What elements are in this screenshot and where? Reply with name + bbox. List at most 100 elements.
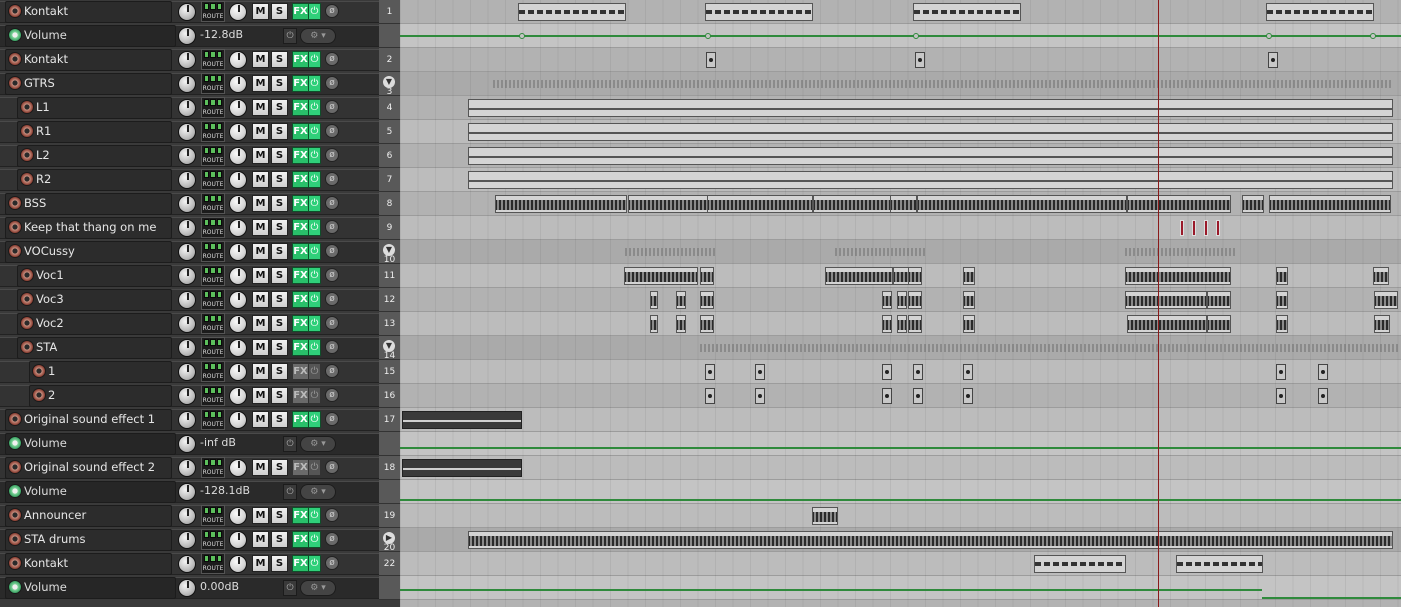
media-item[interactable] <box>468 123 1393 141</box>
volume-knob[interactable] <box>178 531 196 549</box>
media-item[interactable] <box>897 291 907 309</box>
track-name[interactable]: Voc1 <box>17 265 172 287</box>
media-item-small[interactable] <box>963 364 973 380</box>
volume-knob[interactable] <box>178 387 196 405</box>
route-button[interactable]: ROUTE <box>201 1 225 22</box>
phase-invert-button[interactable]: ø <box>325 556 339 570</box>
envelope-settings-button[interactable]: ⚙ ▾ <box>300 484 336 500</box>
pan-knob[interactable] <box>229 51 247 69</box>
track-name[interactable]: Kontakt <box>5 49 172 71</box>
media-item[interactable] <box>707 195 813 213</box>
solo-button[interactable]: S <box>271 363 288 380</box>
envelope-value-knob[interactable] <box>178 435 196 453</box>
pan-knob[interactable] <box>229 99 247 117</box>
mute-button[interactable]: M <box>252 51 269 68</box>
media-item-small[interactable] <box>705 388 715 404</box>
fx-button[interactable]: FX <box>292 195 309 212</box>
media-item-small[interactable] <box>705 364 715 380</box>
mute-button[interactable]: M <box>252 531 269 548</box>
route-button[interactable]: ROUTE <box>201 97 225 118</box>
phase-invert-button[interactable]: ø <box>325 124 339 138</box>
record-arm-button[interactable] <box>20 340 34 354</box>
route-button[interactable]: ROUTE <box>201 73 225 94</box>
media-item[interactable] <box>1207 291 1231 309</box>
record-arm-button[interactable] <box>8 220 22 234</box>
track-name[interactable]: R2 <box>17 169 172 191</box>
fx-button[interactable]: FX <box>292 387 309 404</box>
solo-button[interactable]: S <box>271 555 288 572</box>
record-arm-button[interactable] <box>8 532 22 546</box>
track-lane[interactable] <box>400 384 1401 408</box>
fx-button[interactable]: FX <box>292 459 309 476</box>
volume-knob[interactable] <box>178 459 196 477</box>
record-arm-button[interactable] <box>20 148 34 162</box>
phase-invert-button[interactable]: ø <box>325 316 339 330</box>
mute-button[interactable]: M <box>252 99 269 116</box>
mute-button[interactable]: M <box>252 267 269 284</box>
media-item-small[interactable] <box>915 52 925 68</box>
mute-button[interactable]: M <box>252 195 269 212</box>
record-arm-button[interactable] <box>8 76 22 90</box>
envelope-point[interactable] <box>1266 33 1272 39</box>
route-button[interactable]: ROUTE <box>201 409 225 430</box>
solo-button[interactable]: S <box>271 3 288 20</box>
route-button[interactable]: ROUTE <box>201 241 225 262</box>
track-header[interactable]: 2 ROUTE M S FX ⏻ ø 16 <box>0 384 400 408</box>
track-name[interactable]: Kontakt <box>5 553 172 575</box>
record-arm-button[interactable] <box>8 556 22 570</box>
track-name[interactable]: Announcer <box>5 505 172 527</box>
track-name[interactable]: Original sound effect 1 <box>5 409 172 431</box>
volume-knob[interactable] <box>178 75 196 93</box>
fx-bypass-icon[interactable]: ⏻ <box>308 123 321 140</box>
phase-invert-button[interactable]: ø <box>325 268 339 282</box>
media-item[interactable] <box>908 315 922 333</box>
phase-invert-button[interactable]: ø <box>325 244 339 258</box>
media-item[interactable] <box>890 195 917 213</box>
mute-button[interactable]: M <box>252 171 269 188</box>
track-header[interactable]: Voc3 ROUTE M S FX ⏻ ø 12 <box>0 288 400 312</box>
region-marker[interactable] <box>1216 220 1220 236</box>
media-item[interactable] <box>1127 315 1207 333</box>
phase-invert-button[interactable]: ø <box>325 52 339 66</box>
mute-button[interactable]: M <box>252 555 269 572</box>
track-header[interactable]: GTRS ROUTE M S FX ⏻ ø 3 ▼ <box>0 72 400 97</box>
pan-knob[interactable] <box>229 339 247 357</box>
media-item-small[interactable] <box>1276 364 1286 380</box>
track-header[interactable]: Announcer ROUTE M S FX ⏻ ø 19 <box>0 504 400 528</box>
media-item[interactable] <box>1269 195 1391 213</box>
track-name[interactable]: Original sound effect 2 <box>5 457 172 479</box>
media-item[interactable] <box>700 291 714 309</box>
volume-knob[interactable] <box>178 99 196 117</box>
fx-button[interactable]: FX <box>292 291 309 308</box>
envelope-name[interactable]: Volume <box>5 433 176 455</box>
envelope-value-knob[interactable] <box>178 27 196 45</box>
route-button[interactable]: ROUTE <box>201 145 225 166</box>
track-name[interactable]: L2 <box>17 145 172 167</box>
record-arm-button[interactable] <box>8 52 22 66</box>
mute-button[interactable]: M <box>252 219 269 236</box>
pan-knob[interactable] <box>229 147 247 165</box>
phase-invert-button[interactable]: ø <box>325 388 339 402</box>
media-item[interactable] <box>468 531 1393 549</box>
track-header[interactable]: L2 ROUTE M S FX ⏻ ø 6 <box>0 144 400 168</box>
media-item[interactable] <box>624 267 698 285</box>
fx-bypass-icon[interactable]: ⏻ <box>308 3 321 20</box>
mute-button[interactable]: M <box>252 411 269 428</box>
track-header[interactable]: BSS ROUTE M S FX ⏻ ø 8 <box>0 192 400 216</box>
media-item[interactable] <box>813 195 891 213</box>
record-arm-button[interactable] <box>32 388 46 402</box>
fx-bypass-icon[interactable]: ⏻ <box>308 555 321 572</box>
record-arm-button[interactable] <box>20 100 34 114</box>
solo-button[interactable]: S <box>271 99 288 116</box>
track-name[interactable]: GTRS <box>5 73 172 95</box>
solo-button[interactable]: S <box>271 531 288 548</box>
media-item-small[interactable] <box>913 364 923 380</box>
media-item-small[interactable] <box>755 364 765 380</box>
media-item[interactable] <box>913 3 1021 21</box>
track-name[interactable]: Keep that thang on me <box>5 217 172 239</box>
phase-invert-button[interactable]: ø <box>325 4 339 18</box>
fx-bypass-icon[interactable]: ⏻ <box>308 507 321 524</box>
route-button[interactable]: ROUTE <box>201 169 225 190</box>
solo-button[interactable]: S <box>271 387 288 404</box>
track-header[interactable]: Voc2 ROUTE M S FX ⏻ ø 13 <box>0 312 400 336</box>
